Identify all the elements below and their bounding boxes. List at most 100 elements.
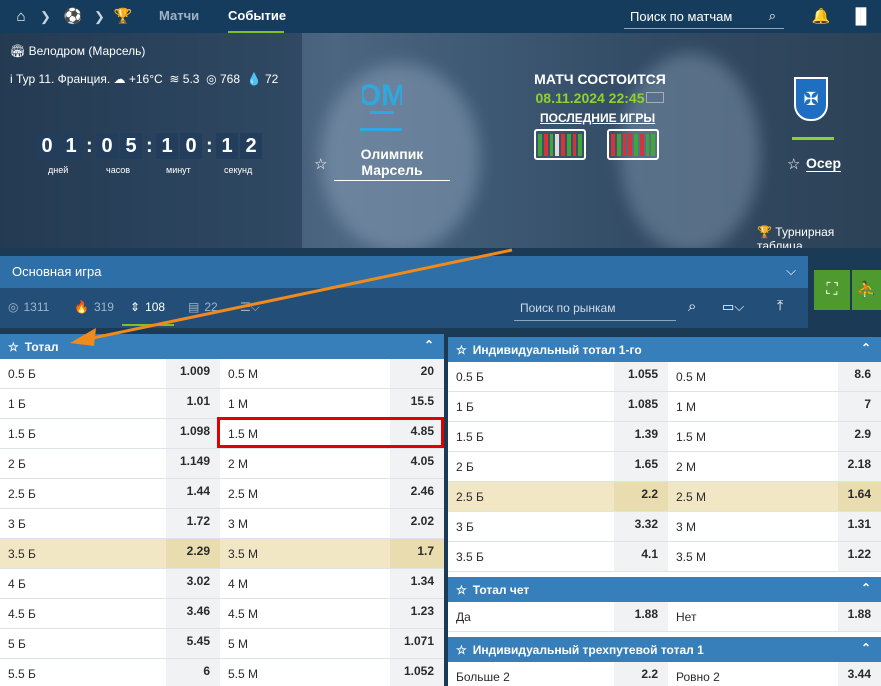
filter-popular[interactable]: 🔥 319 (74, 300, 114, 314)
favorite-star-icon[interactable]: ☆ (787, 155, 800, 173)
match-search-input[interactable]: Поиск по матчам ⌕ (624, 5, 784, 29)
odds-value[interactable]: 20 (390, 359, 444, 388)
chevron-up-icon[interactable]: ⌃ (861, 641, 871, 655)
outcome-label[interactable]: 1 М (220, 389, 390, 418)
outcome-label[interactable]: 2.5 М (668, 482, 838, 511)
outcome-label[interactable]: 0.5 М (220, 359, 390, 388)
outcome-label[interactable]: 1 Б (448, 392, 614, 421)
total-header[interactable]: ☆ Тотал ⌃ (0, 334, 444, 359)
odds-value[interactable]: 2.46 (390, 479, 444, 508)
collapse-icon[interactable]: ⤒ (777, 297, 783, 314)
odds-value[interactable]: 7 (838, 392, 881, 421)
outcome-label[interactable]: 2 Б (448, 452, 614, 481)
odds-value[interactable]: 1.071 (390, 629, 444, 658)
outcome-label[interactable]: 2.5 М (220, 479, 390, 508)
chevron-up-icon[interactable]: ⌃ (861, 581, 871, 595)
odds-value[interactable]: 1.22 (838, 542, 881, 571)
odds-value[interactable]: 1.009 (166, 359, 220, 388)
outcome-label[interactable]: Да (448, 602, 614, 631)
outcome-label[interactable]: 3 Б (448, 512, 614, 541)
odds-value[interactable]: 1.88 (838, 602, 881, 631)
odds-value[interactable]: 1.085 (614, 392, 668, 421)
odds-value[interactable]: 1.149 (166, 449, 220, 478)
odds-value[interactable]: 1.65 (614, 452, 668, 481)
outcome-label[interactable]: 2.5 Б (448, 482, 614, 511)
outcome-label[interactable]: 5.5 Б (0, 659, 166, 686)
outcome-label[interactable]: 2.5 Б (0, 479, 166, 508)
outcome-label[interactable]: 2 М (220, 449, 390, 478)
outcome-label[interactable]: 4 Б (0, 569, 166, 598)
odds-value[interactable]: 3.02 (166, 569, 220, 598)
odds-value[interactable]: 2.9 (838, 422, 881, 451)
odds-value[interactable]: 1.01 (166, 389, 220, 418)
outcome-label[interactable]: 0.5 Б (448, 362, 614, 391)
odds-value[interactable]: 2.02 (390, 509, 444, 538)
team2-form[interactable] (607, 129, 659, 160)
odds-value[interactable]: 3.32 (614, 512, 668, 541)
player-view-button[interactable]: ⛹ (852, 270, 881, 310)
odds-value[interactable]: 2.18 (838, 452, 881, 481)
ind-total-header[interactable]: ☆ Индивидуальный тотал 1-го ⌃ (448, 337, 881, 362)
search-icon[interactable]: ⌕ (769, 8, 776, 24)
odds-value[interactable]: 1.64 (838, 482, 881, 511)
odds-value[interactable]: 2.2 (614, 662, 668, 686)
star-icon[interactable]: ☆ (456, 343, 467, 357)
outcome-label[interactable]: 4 М (220, 569, 390, 598)
odds-value[interactable]: 3.46 (166, 599, 220, 628)
odds-value[interactable]: 6 (166, 659, 220, 686)
search-icon[interactable]: ⌕ (688, 298, 696, 315)
outcome-label[interactable]: 5 Б (0, 629, 166, 658)
outcome-label[interactable]: 5 М (220, 629, 390, 658)
outcome-label[interactable]: Нет (668, 602, 838, 631)
odds-value[interactable]: 1.7 (390, 539, 444, 568)
outcome-label[interactable]: 1.5 М (668, 422, 838, 451)
ind3-header[interactable]: ☆ Индивидуальный трехпутевой тотал 1 ⌃ (448, 637, 881, 662)
odds-value[interactable]: 3.44 (838, 662, 881, 686)
outcome-label[interactable]: 3 Б (0, 509, 166, 538)
layout-icon[interactable]: ▭⌵ (722, 299, 744, 315)
star-icon[interactable]: ☆ (8, 340, 19, 354)
outcome-label[interactable]: 3 М (220, 509, 390, 538)
last-games-link[interactable]: ПОСЛЕДНИЕ ИГРЫ (540, 111, 655, 125)
odds-value[interactable]: 1.052 (390, 659, 444, 686)
trophy-icon[interactable]: 🏆 (112, 6, 134, 26)
outcome-label[interactable]: 1.5 Б (0, 419, 166, 448)
outcome-label[interactable]: 5.5 М (220, 659, 390, 686)
odds-value[interactable]: 5.45 (166, 629, 220, 658)
odds-value[interactable]: 4.1 (614, 542, 668, 571)
tab-event[interactable]: Событие (228, 8, 286, 23)
outcome-label[interactable]: 1 М (668, 392, 838, 421)
outcome-label[interactable]: 1 Б (0, 389, 166, 418)
outcome-label[interactable]: 0.5 Б (0, 359, 166, 388)
team1-name[interactable]: Олимпик Марсель (334, 146, 450, 181)
odds-value[interactable]: 1.72 (166, 509, 220, 538)
odds-value[interactable]: 1.88 (614, 602, 668, 631)
more-filters[interactable]: ☰⌵ (240, 300, 260, 315)
outcome-label[interactable]: 3.5 Б (0, 539, 166, 568)
odds-value[interactable]: 2.2 (614, 482, 668, 511)
odds-value[interactable]: 1.055 (614, 362, 668, 391)
soccer-ball-icon[interactable]: ⚽ (62, 6, 84, 26)
filter-all[interactable]: ◎ 1311 (8, 300, 49, 314)
outcome-label[interactable]: 4.5 М (220, 599, 390, 628)
filter-totals[interactable]: ⇕ 108 (130, 300, 165, 314)
odds-value[interactable]: 4.05 (390, 449, 444, 478)
odds-value[interactable]: 1.34 (390, 569, 444, 598)
team1-form[interactable] (534, 129, 586, 160)
field-view-button[interactable]: ⛶ (814, 270, 850, 310)
odds-value[interactable]: 15.5 (390, 389, 444, 418)
odds-value[interactable]: 1.31 (838, 512, 881, 541)
favorite-star-icon[interactable]: ☆ (314, 155, 327, 173)
bell-icon[interactable]: 🔔 (810, 6, 832, 26)
tab-matches[interactable]: Матчи (159, 8, 199, 23)
outcome-label[interactable]: 3.5 М (668, 542, 838, 571)
outcome-label[interactable]: 1.5 Б (448, 422, 614, 451)
outcome-label[interactable]: 3 М (668, 512, 838, 541)
odds-value[interactable]: 1.44 (166, 479, 220, 508)
odds-value[interactable]: 1.23 (390, 599, 444, 628)
star-icon[interactable]: ☆ (456, 643, 467, 657)
standings-link[interactable]: 🏆 Турнирная таблица (757, 225, 881, 248)
outcome-label[interactable]: Больше 2 (448, 662, 614, 686)
outcome-label[interactable]: 0.5 М (668, 362, 838, 391)
outcome-label[interactable]: 3.5 М (220, 539, 390, 568)
